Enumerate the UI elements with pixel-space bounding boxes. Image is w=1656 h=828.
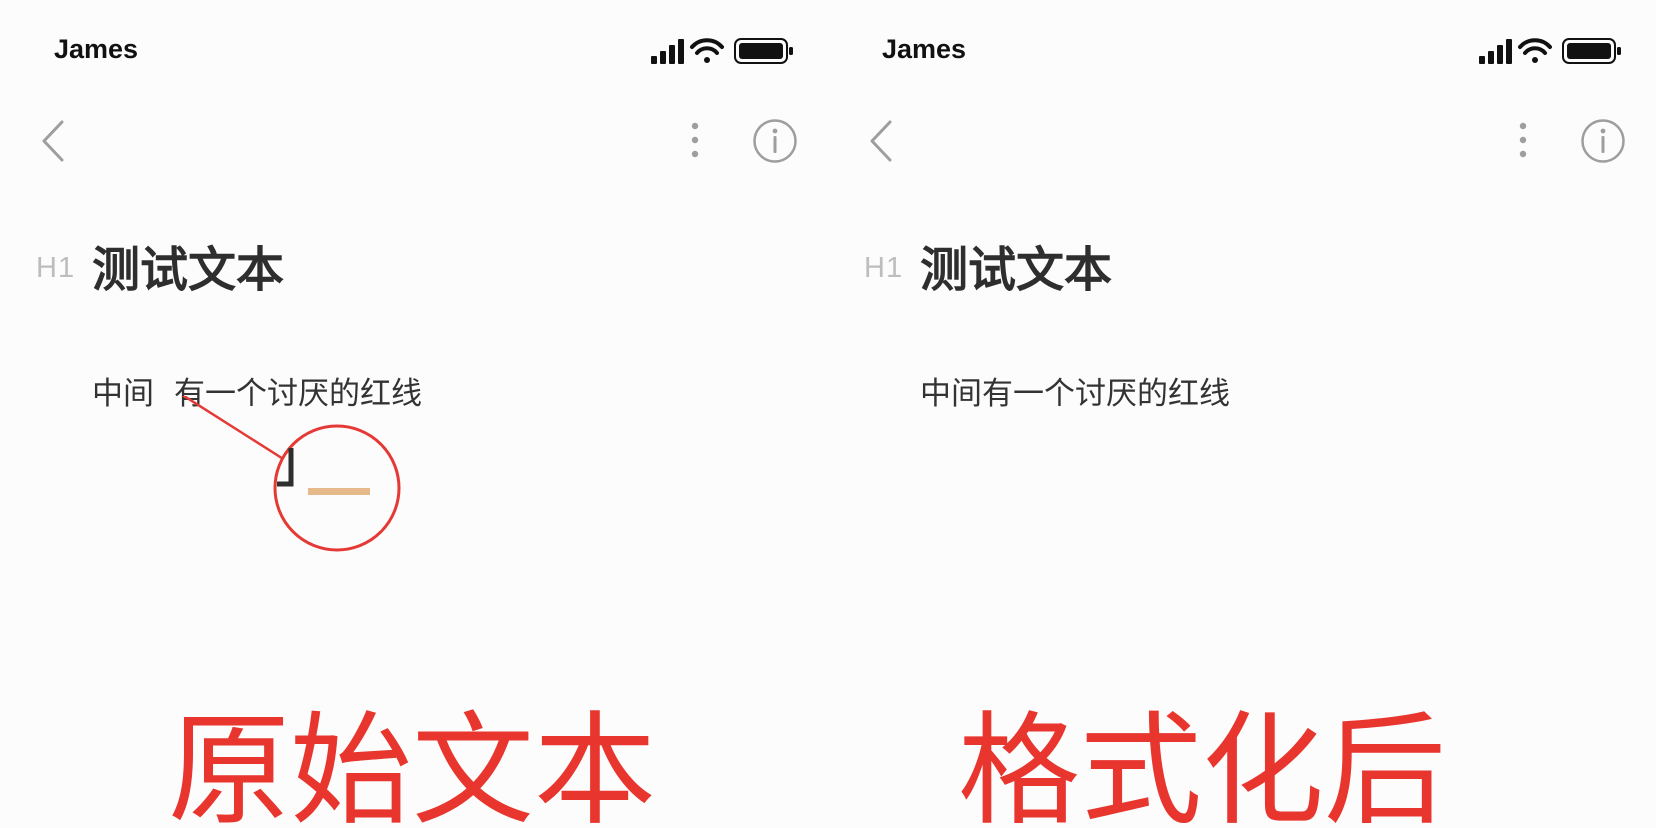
carrier-name: James — [54, 34, 139, 64]
carrier-name: James — [882, 34, 967, 64]
back-icon[interactable] — [864, 116, 898, 166]
caption-original: 原始文本 — [168, 700, 656, 828]
document-heading[interactable]: 测试文本 — [92, 230, 284, 300]
document-heading[interactable]: 测试文本 — [920, 230, 1112, 300]
signal-icon — [1479, 39, 1512, 64]
original-panel: James H1 测试文本 中间 有一个讨厌的红线 原始文本 — [0, 0, 828, 828]
wifi-icon — [690, 38, 724, 63]
callout-leader-line — [181, 396, 289, 464]
info-icon[interactable] — [752, 118, 798, 164]
status-icons — [1479, 38, 1621, 64]
status-icons — [651, 38, 793, 64]
magnifier-callout — [181, 396, 401, 552]
back-icon[interactable] — [36, 116, 70, 166]
more-vertical-icon[interactable] — [684, 120, 706, 160]
wifi-icon — [1518, 38, 1552, 63]
paragraph-text-before: 中间 — [92, 376, 154, 412]
caption-formatted: 格式化后 — [958, 700, 1446, 828]
more-vertical-icon[interactable] — [1512, 120, 1534, 160]
document-paragraph[interactable]: 中间有一个讨厌的红线 — [920, 368, 1230, 413]
heading-level-marker: H1 — [36, 252, 76, 284]
heading-level-marker: H1 — [864, 252, 904, 284]
battery-icon — [1562, 38, 1621, 64]
formatted-panel: James H1 测试文本 中间有一个讨厌的红线 格式化后 — [828, 0, 1656, 828]
info-icon[interactable] — [1580, 118, 1626, 164]
battery-icon — [734, 38, 793, 64]
signal-icon — [651, 39, 684, 64]
zoomed-red-line — [308, 488, 370, 495]
